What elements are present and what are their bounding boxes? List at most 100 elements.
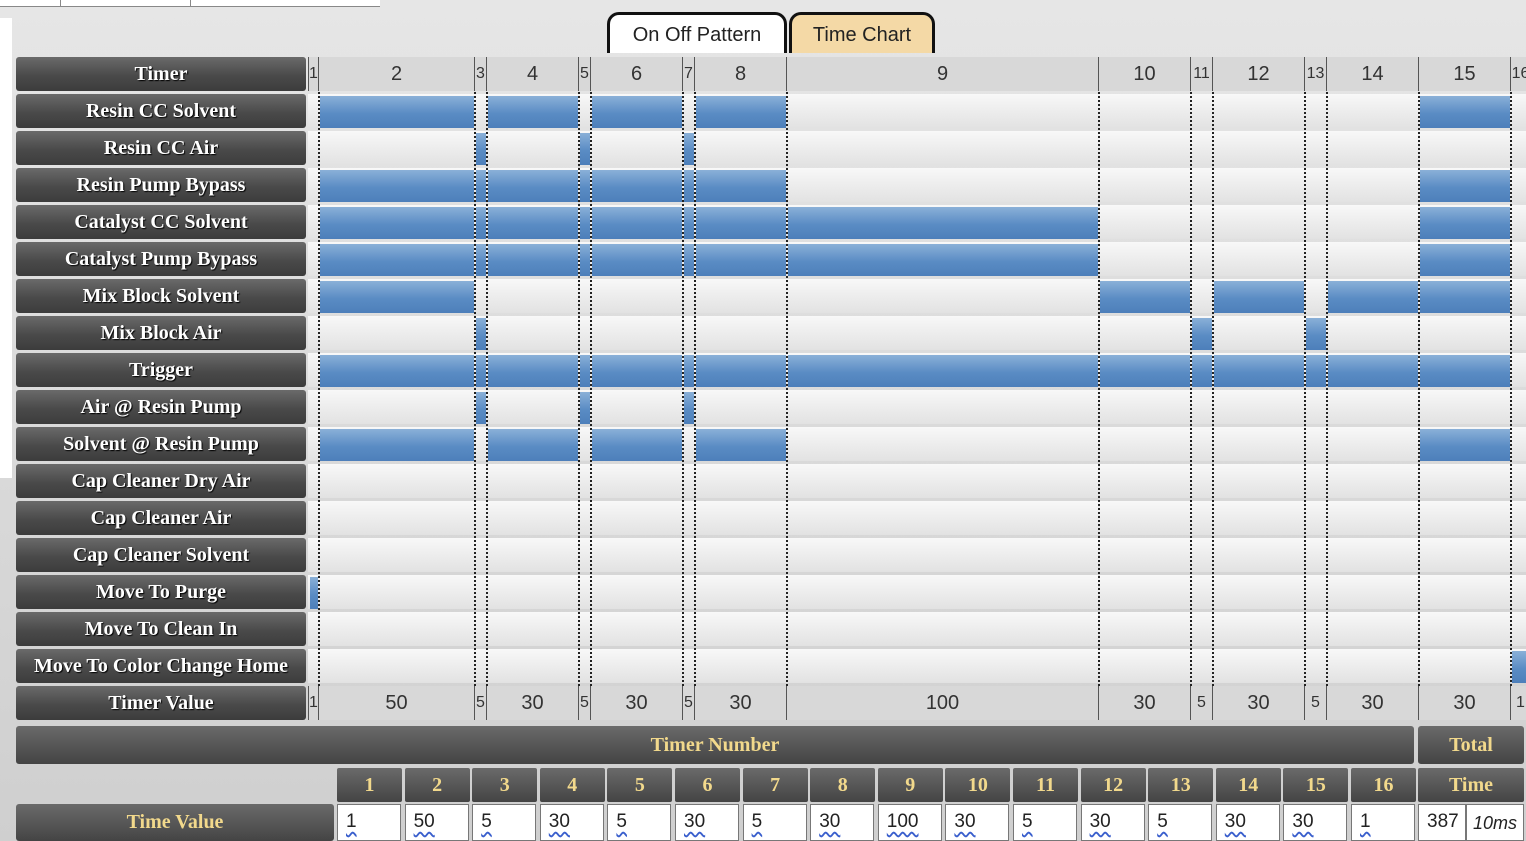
time-value-input[interactable]: 30 <box>1215 804 1280 841</box>
on-bar[interactable] <box>684 355 694 387</box>
on-bar[interactable] <box>1214 355 1304 387</box>
on-bar[interactable] <box>580 133 590 165</box>
channel-row-label[interactable]: Solvent @ Resin Pump <box>16 427 306 461</box>
time-value-input[interactable]: 30 <box>945 804 1010 841</box>
on-bar[interactable] <box>580 244 590 276</box>
time-value-input[interactable]: 30 <box>1080 804 1145 841</box>
on-bar[interactable] <box>696 244 786 276</box>
on-bar[interactable] <box>1512 651 1526 683</box>
on-bar[interactable] <box>592 170 682 202</box>
time-value-input[interactable]: 5 <box>1148 804 1213 841</box>
on-bar[interactable] <box>320 207 474 239</box>
timer-value-row-label[interactable]: Timer Value <box>16 686 306 720</box>
channel-row-track[interactable] <box>308 131 1526 165</box>
time-value-input[interactable]: 30 <box>810 804 875 841</box>
time-value-input[interactable]: 5 <box>742 804 807 841</box>
on-bar[interactable] <box>696 355 786 387</box>
time-value-input[interactable]: 1 <box>1351 804 1415 841</box>
on-bar[interactable] <box>1100 281 1190 313</box>
time-value-input[interactable]: 30 <box>675 804 739 841</box>
channel-row-track[interactable] <box>308 501 1526 535</box>
on-bar[interactable] <box>320 244 474 276</box>
channel-row-track[interactable] <box>308 353 1526 387</box>
channel-row-track[interactable] <box>308 649 1526 683</box>
channel-row-track[interactable] <box>308 575 1526 609</box>
channel-row-label[interactable]: Move To Clean In <box>16 612 306 646</box>
channel-row-label[interactable]: Catalyst CC Solvent <box>16 205 306 239</box>
on-bar[interactable] <box>476 244 486 276</box>
on-bar[interactable] <box>1420 207 1510 239</box>
timer-header-row-track[interactable]: 1 2 3 4 5 6 7 8 9 10 11 12 13 14 15 16 <box>308 57 1526 91</box>
tab-time-chart[interactable]: Time Chart <box>789 12 935 53</box>
tab-on-off-pattern[interactable]: On Off Pattern <box>607 12 787 53</box>
on-bar[interactable] <box>1328 355 1418 387</box>
channel-row-track[interactable] <box>308 464 1526 498</box>
time-value-input[interactable]: 50 <box>404 804 469 841</box>
time-value-input[interactable]: 5 <box>607 804 672 841</box>
on-bar[interactable] <box>592 96 682 128</box>
on-bar[interactable] <box>476 207 486 239</box>
channel-row-track[interactable] <box>308 390 1526 424</box>
on-bar[interactable] <box>320 429 474 461</box>
timer-value-row-track[interactable]: 1 50 5 30 5 30 5 30 100 30 5 30 5 30 30 1 <box>308 686 1526 720</box>
on-bar[interactable] <box>592 207 682 239</box>
channel-row-label[interactable]: Cap Cleaner Solvent <box>16 538 306 572</box>
on-bar[interactable] <box>1420 281 1510 313</box>
channel-row-label[interactable]: Resin Pump Bypass <box>16 168 306 202</box>
on-bar[interactable] <box>476 318 486 350</box>
on-bar[interactable] <box>1306 318 1326 350</box>
timer-header-row-label[interactable]: Timer <box>16 57 306 91</box>
on-bar[interactable] <box>488 170 578 202</box>
channel-row-track[interactable] <box>308 612 1526 646</box>
on-bar[interactable] <box>696 96 786 128</box>
channel-row-label[interactable]: Resin CC Air <box>16 131 306 165</box>
on-bar[interactable] <box>580 355 590 387</box>
on-bar[interactable] <box>1100 355 1190 387</box>
time-value-input[interactable]: 1 <box>337 804 401 841</box>
on-bar[interactable] <box>1420 96 1510 128</box>
on-bar[interactable] <box>592 355 682 387</box>
on-bar[interactable] <box>1420 170 1510 202</box>
on-bar[interactable] <box>320 96 474 128</box>
on-bar[interactable] <box>1192 355 1212 387</box>
channel-row-track[interactable] <box>308 538 1526 572</box>
on-bar[interactable] <box>476 170 486 202</box>
on-bar[interactable] <box>788 207 1098 239</box>
channel-row-track[interactable] <box>308 94 1526 128</box>
on-bar[interactable] <box>488 244 578 276</box>
time-value-input[interactable]: 5 <box>1013 804 1077 841</box>
on-bar[interactable] <box>684 244 694 276</box>
on-bar[interactable] <box>310 577 318 609</box>
on-bar[interactable] <box>684 133 694 165</box>
channel-row-label[interactable]: Move To Purge <box>16 575 306 609</box>
channel-row-label[interactable]: Move To Color Change Home <box>16 649 306 683</box>
channel-row-label[interactable]: Mix Block Air <box>16 316 306 350</box>
on-bar[interactable] <box>1214 281 1304 313</box>
on-bar[interactable] <box>1192 318 1212 350</box>
time-value-input[interactable]: 30 <box>539 804 604 841</box>
on-bar[interactable] <box>580 392 590 424</box>
channel-row-label[interactable]: Cap Cleaner Dry Air <box>16 464 306 498</box>
channel-row-label[interactable]: Resin CC Solvent <box>16 94 306 128</box>
on-bar[interactable] <box>1328 281 1418 313</box>
channel-row-track[interactable] <box>308 279 1526 313</box>
channel-row-label[interactable]: Trigger <box>16 353 306 387</box>
on-bar[interactable] <box>580 207 590 239</box>
on-bar[interactable] <box>320 355 474 387</box>
on-bar[interactable] <box>488 207 578 239</box>
on-bar[interactable] <box>684 207 694 239</box>
channel-row-label[interactable]: Cap Cleaner Air <box>16 501 306 535</box>
channel-row-label[interactable]: Catalyst Pump Bypass <box>16 242 306 276</box>
on-bar[interactable] <box>696 429 786 461</box>
on-bar[interactable] <box>696 207 786 239</box>
on-bar[interactable] <box>1420 244 1510 276</box>
on-bar[interactable] <box>592 244 682 276</box>
on-bar[interactable] <box>580 170 590 202</box>
time-value-input[interactable]: 100 <box>877 804 942 841</box>
on-bar[interactable] <box>788 355 1098 387</box>
on-bar[interactable] <box>1420 355 1510 387</box>
on-bar[interactable] <box>696 170 786 202</box>
on-bar[interactable] <box>488 429 578 461</box>
on-bar[interactable] <box>684 392 694 424</box>
time-value-input[interactable]: 30 <box>1283 804 1348 841</box>
